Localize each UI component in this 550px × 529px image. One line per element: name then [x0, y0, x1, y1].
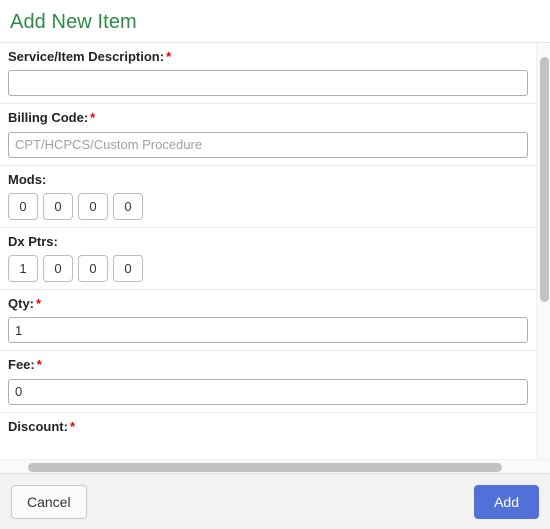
required-marker-mods — [46, 172, 48, 187]
label-text-discount: Discount: — [8, 418, 68, 434]
required-marker-dx-ptrs — [58, 234, 60, 249]
add-button[interactable]: Add — [474, 484, 539, 519]
dx-ptrs-input-1[interactable] — [8, 255, 38, 282]
label-service-item-description: Service/Item Description: * — [8, 49, 528, 65]
label-qty: Qty: * — [8, 296, 528, 312]
vertical-scrollbar[interactable] — [536, 43, 550, 459]
vertical-scrollbar-thumb[interactable] — [540, 57, 549, 302]
dx-ptrs-input-3[interactable] — [78, 255, 108, 282]
form-row-mods: Mods: — [0, 166, 536, 228]
label-text-qty: Qty: — [8, 296, 34, 311]
required-marker-discount: * — [69, 418, 76, 434]
required-marker-billing-code: * — [90, 110, 96, 126]
mods-input-group — [8, 192, 528, 220]
dx-ptrs-input-group — [8, 255, 528, 282]
form-row-qty: Qty: * — [0, 290, 536, 352]
fee-input[interactable] — [8, 378, 528, 405]
mods-input-1[interactable] — [8, 192, 38, 220]
label-text-billing-code: Billing Code: — [8, 110, 89, 126]
qty-input[interactable] — [8, 317, 528, 344]
label-billing-code: Billing Code: * — [8, 110, 528, 126]
label-text-service-item-description: Service/Item Description: — [8, 49, 165, 64]
modal-header: Add New Item — [0, 0, 550, 42]
label-text-fee: Fee: — [8, 357, 35, 373]
mods-input-4[interactable] — [113, 192, 143, 220]
add-new-item-modal: Add New Item Service/Item Description: * … — [0, 0, 550, 529]
cancel-button[interactable]: Cancel — [11, 484, 87, 519]
billing-code-input[interactable] — [8, 131, 528, 158]
dx-ptrs-input-2[interactable] — [43, 255, 73, 282]
label-fee: Fee: * — [8, 357, 528, 373]
horizontal-scrollbar[interactable] — [0, 459, 550, 473]
dx-ptrs-input-4[interactable] — [113, 255, 143, 282]
form-row-dx-ptrs: Dx Ptrs: — [0, 228, 536, 290]
modal-body-scroll-area: Service/Item Description: * Billing Code:… — [0, 42, 550, 473]
modal-footer: Cancel Add — [0, 473, 550, 529]
mods-input-2[interactable] — [43, 192, 73, 220]
horizontal-scrollbar-thumb[interactable] — [28, 463, 502, 472]
form-row-service-item-description: Service/Item Description: * — [0, 43, 536, 105]
required-marker-service-item-description: * — [166, 49, 172, 64]
form-row-billing-code: Billing Code: * — [0, 104, 536, 166]
mods-input-3[interactable] — [78, 192, 108, 220]
label-text-mods: Mods: — [8, 171, 47, 187]
form-row-discount: Discount: * — [0, 413, 536, 447]
service-item-description-input[interactable] — [8, 70, 528, 97]
required-marker-fee: * — [36, 357, 42, 373]
required-marker-qty: * — [36, 296, 42, 311]
label-text-dx-ptrs: Dx Ptrs: — [8, 233, 58, 249]
label-dx-ptrs: Dx Ptrs: — [8, 234, 528, 250]
modal-title: Add New Item — [10, 11, 137, 33]
modal-body: Service/Item Description: * Billing Code:… — [0, 43, 536, 459]
label-mods: Mods: — [8, 172, 528, 188]
label-discount: Discount: * — [8, 419, 528, 435]
form-row-fee: Fee: * — [0, 351, 536, 413]
